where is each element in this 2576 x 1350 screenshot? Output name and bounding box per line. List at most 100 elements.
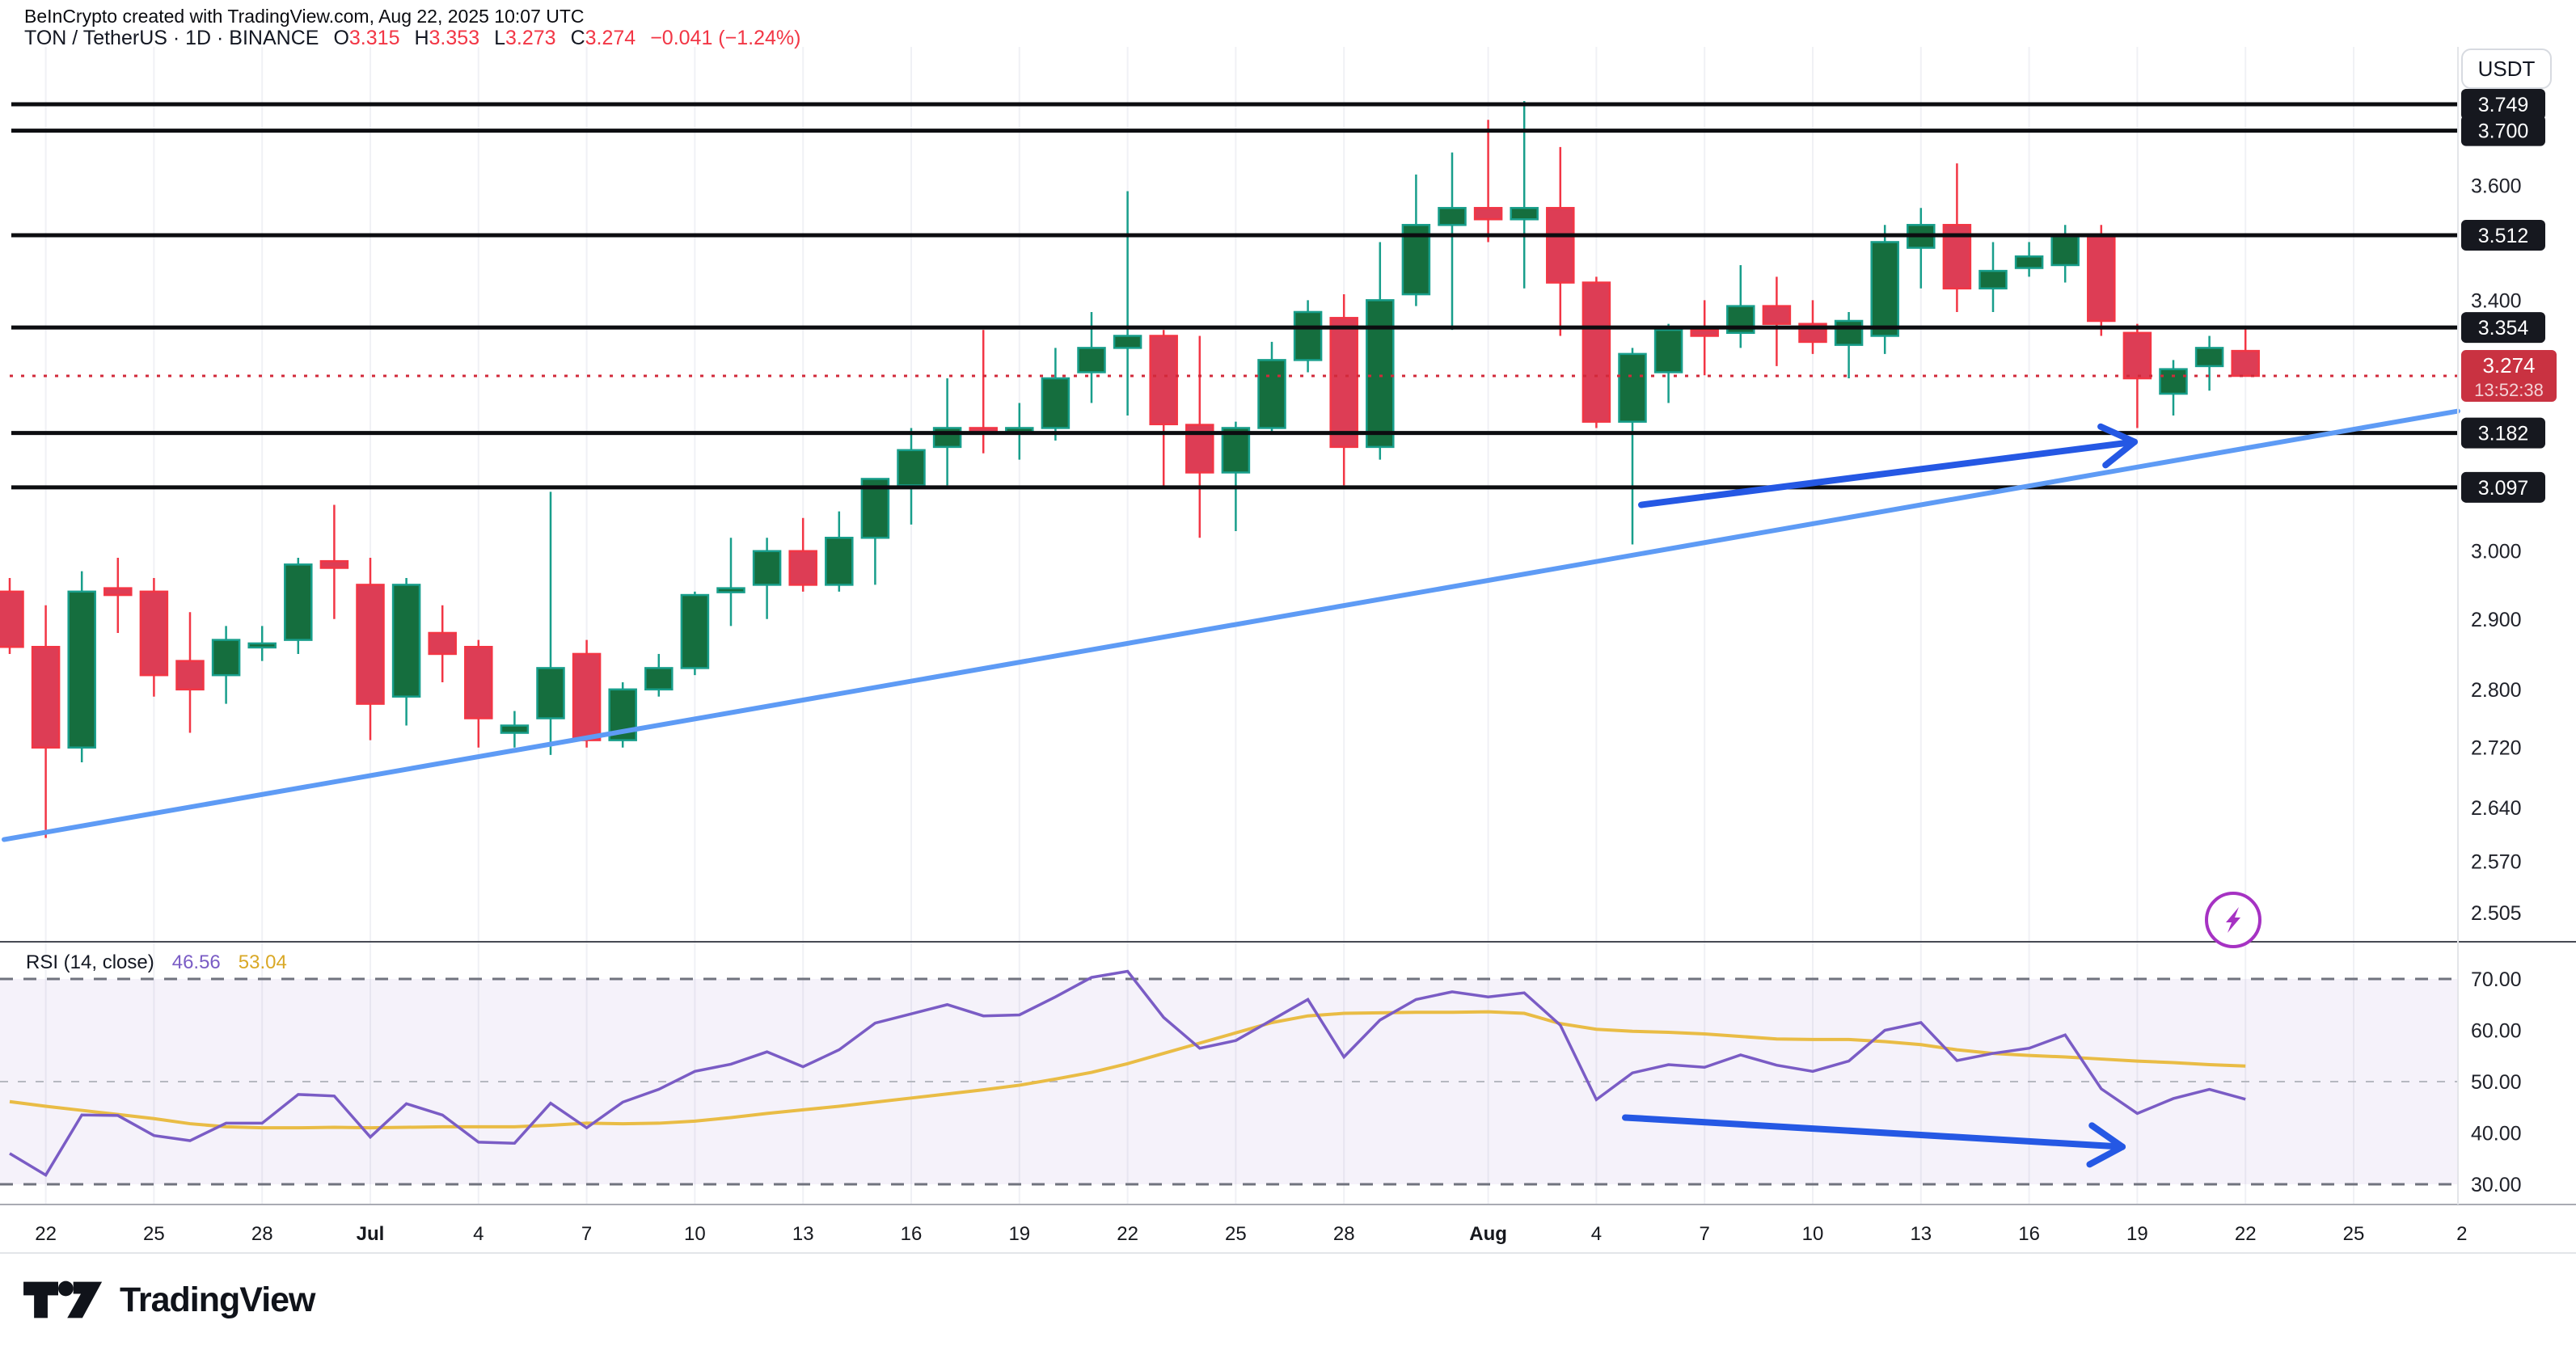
currency-toggle-button[interactable]: USDT [2461, 49, 2552, 89]
candle-jul-5[interactable] [501, 711, 528, 748]
candle-aug-18[interactable] [2088, 225, 2114, 335]
tradingview-logo[interactable]: TradingView [19, 1277, 315, 1323]
candle-jul-1[interactable] [357, 558, 384, 740]
time-axis-label: 22 [1117, 1223, 1138, 1245]
candle-aug-21[interactable] [2196, 335, 2223, 390]
candle-jun-27[interactable] [213, 626, 239, 703]
ohlc-low: L3.273 [494, 27, 555, 49]
candle-aug-1[interactable] [1475, 120, 1501, 242]
candle-jun-21[interactable] [0, 578, 23, 654]
time-axis-label: 19 [2126, 1223, 2148, 1245]
current-price-badge: 3.27413:52:38 [2461, 350, 2557, 402]
candle-jul-6[interactable] [538, 491, 564, 754]
candle-jul-16[interactable] [898, 428, 925, 524]
time-axis-label: 28 [251, 1223, 273, 1245]
svg-text:3.700: 3.700 [2478, 120, 2529, 143]
time-axis-label: 22 [2235, 1223, 2257, 1245]
time-axis-label: Jul [357, 1223, 385, 1245]
candle-jul-9[interactable] [645, 654, 672, 697]
rsi-axis-label: 60.00 [2471, 1020, 2522, 1043]
candle-aug-13[interactable] [1907, 208, 1934, 288]
change-value: −0.041 (−1.24%) [650, 27, 800, 49]
candle-jul-12[interactable] [754, 538, 780, 619]
candle-jul-23[interactable] [1151, 330, 1177, 488]
price-axis-label: 2.570 [2471, 850, 2522, 873]
time-axis-label: 4 [473, 1223, 484, 1245]
time-axis-label: 16 [2018, 1223, 2040, 1245]
candle-jul-4[interactable] [465, 640, 492, 748]
price-level-badge: 3.097 [2461, 472, 2545, 503]
candle-jul-31[interactable] [1439, 153, 1466, 330]
candle-jun-30[interactable] [321, 505, 348, 619]
candle-aug-9[interactable] [1763, 276, 1790, 366]
candle-aug-16[interactable] [2016, 242, 2042, 276]
candle-aug-22[interactable] [2232, 328, 2259, 377]
time-axis-label: 13 [792, 1223, 814, 1245]
candle-aug-15[interactable] [1980, 242, 2007, 312]
candle-jul-2[interactable] [393, 578, 420, 725]
tradingview-published-chart: 3.6003.4003.3003.0002.9002.8002.7202.640… [0, 0, 2576, 1350]
rsi-ma-value: 53.04 [239, 951, 287, 973]
time-axis-label: 10 [1802, 1223, 1824, 1245]
tradingview-logo-text: TradingView [120, 1280, 315, 1320]
candle-jul-11[interactable] [718, 538, 745, 626]
rsi-indicator-legend: RSI (14, close) 46.56 53.04 [26, 951, 287, 974]
candle-jun-23[interactable] [69, 572, 95, 762]
time-axis-label: 10 [684, 1223, 706, 1245]
time-axis-label: 25 [143, 1223, 165, 1245]
price-axis[interactable]: 3.6003.4003.3003.0002.9002.8002.7202.640… [2461, 89, 2557, 1196]
rsi-value: 46.56 [172, 951, 221, 973]
time-axis-label: 4 [1591, 1223, 1602, 1245]
price-arrow-annotation[interactable] [1641, 427, 2135, 505]
candle-jul-24[interactable] [1186, 335, 1213, 538]
candle-jun-29[interactable] [285, 558, 311, 654]
candle-aug-14[interactable] [1944, 163, 1970, 312]
candle-aug-8[interactable] [1727, 265, 1754, 348]
candle-jul-7[interactable] [573, 640, 600, 748]
time-axis-label: 16 [901, 1223, 923, 1245]
time-axis-label: 22 [35, 1223, 57, 1245]
candle-jul-20[interactable] [1042, 348, 1069, 441]
rsi-title[interactable]: RSI (14, close) [26, 951, 154, 973]
price-level-badge: 3.354 [2461, 312, 2545, 343]
candle-aug-20[interactable] [2160, 360, 2187, 416]
candle-jul-3[interactable] [429, 605, 456, 682]
candle-jul-26[interactable] [1259, 342, 1286, 434]
candle-jul-13[interactable] [790, 518, 817, 592]
candle-aug-11[interactable] [1835, 312, 1862, 378]
time-axis-label: Aug [1469, 1223, 1507, 1245]
candle-jul-28[interactable] [1331, 294, 1358, 485]
chart-canvas[interactable]: 3.6003.4003.3003.0002.9002.8002.7202.640… [0, 0, 2576, 1350]
candle-jul-27[interactable] [1294, 300, 1321, 372]
candle-aug-3[interactable] [1547, 147, 1573, 336]
time-axis-label: 25 [2343, 1223, 2365, 1245]
candle-jun-24[interactable] [104, 558, 131, 633]
candle-aug-6[interactable] [1655, 324, 1682, 403]
price-level-badge: 3.512 [2461, 220, 2545, 251]
candle-jul-29[interactable] [1366, 242, 1393, 459]
price-axis-label: 2.640 [2471, 797, 2522, 820]
ohlc-open: O3.315 [333, 27, 399, 49]
candle-jul-22[interactable] [1114, 191, 1141, 415]
candle-jul-10[interactable] [682, 592, 708, 675]
candle-aug-7[interactable] [1691, 300, 1718, 375]
lightning-button[interactable] [2206, 893, 2260, 947]
svg-text:3.182: 3.182 [2478, 423, 2529, 445]
symbol-title[interactable]: TON / TetherUS · 1D · BINANCE [24, 27, 319, 49]
rsi-axis-label: 50.00 [2471, 1071, 2522, 1094]
tradingview-logo-icon [19, 1277, 108, 1323]
time-axis[interactable]: 222528Jul4710131619222528Aug471013161922… [35, 1223, 2467, 1245]
candle-jul-15[interactable] [862, 479, 889, 584]
candle-jun-22[interactable] [32, 605, 59, 838]
candle-jul-14[interactable] [826, 512, 852, 592]
candle-jul-30[interactable] [1403, 175, 1429, 306]
candle-jun-26[interactable] [177, 612, 204, 732]
rsi-axis-label: 40.00 [2471, 1123, 2522, 1145]
candle-aug-5[interactable] [1620, 348, 1646, 544]
candle-jun-28[interactable] [249, 626, 276, 660]
candle-aug-12[interactable] [1872, 225, 1898, 354]
candle-jul-8[interactable] [610, 682, 636, 748]
candle-aug-4[interactable] [1583, 276, 1610, 428]
candle-jun-25[interactable] [141, 578, 167, 697]
candle-jul-25[interactable] [1223, 422, 1249, 531]
